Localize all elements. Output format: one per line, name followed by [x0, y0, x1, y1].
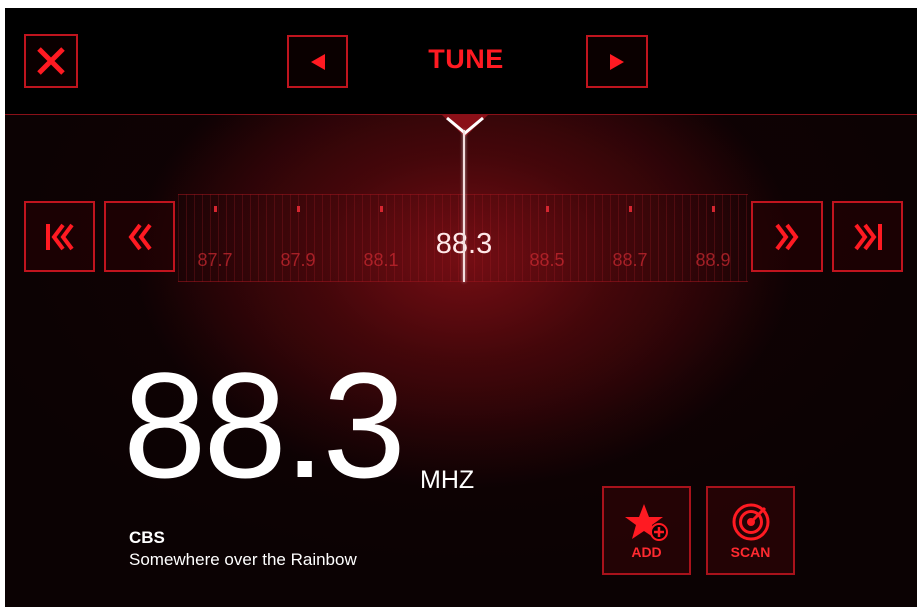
add-button-label: ADD [631, 543, 662, 560]
station-name: CBS [129, 528, 165, 547]
top-bar: TUNE [5, 8, 917, 115]
dial-tick [297, 206, 300, 212]
dial-tick [629, 206, 632, 212]
radar-icon [732, 503, 769, 540]
scan-button-label: SCAN [730, 543, 771, 560]
add-favorite-button[interactable]: ADD [602, 486, 691, 575]
tuner-pointer-icon [442, 115, 488, 137]
next-mode-button[interactable] [586, 35, 648, 88]
double-chevron-right-icon [775, 223, 799, 250]
seek-back-button[interactable] [104, 201, 175, 272]
arrow-left-icon [310, 53, 325, 70]
frequency-unit: MHZ [420, 466, 475, 494]
dial-frequency-label: 87.9 [280, 250, 316, 270]
skip-to-start-icon [45, 223, 74, 250]
dial-frequency-label: 88.1 [363, 250, 399, 270]
dial-frequency-label: 87.7 [197, 250, 233, 270]
star-plus-icon [624, 503, 668, 541]
dial-tick [712, 206, 715, 212]
page-title: TUNE [428, 44, 504, 74]
scan-button[interactable]: SCAN [706, 486, 795, 575]
tuner-needle [463, 130, 465, 282]
skip-to-end-button[interactable] [832, 201, 903, 272]
dial-tick [214, 206, 217, 212]
arrow-right-icon [610, 53, 624, 70]
close-button[interactable] [24, 34, 78, 88]
close-icon [37, 47, 65, 75]
seek-forward-button[interactable] [751, 201, 823, 272]
dial-tick [380, 206, 383, 212]
skip-to-end-icon [853, 223, 882, 250]
radio-screen: TUNE 87.7 87.9 88.1 88.3 88.5 88.7 88.9 [5, 8, 917, 607]
prev-mode-button[interactable] [287, 35, 348, 88]
song-title: Somewhere over the Rainbow [129, 550, 357, 569]
dial-frequency-label: 88.9 [695, 250, 731, 270]
dial-frequency-label: 88.5 [529, 250, 565, 270]
skip-to-start-button[interactable] [24, 201, 95, 272]
current-frequency: 88.3 [123, 341, 406, 509]
dial-tick [546, 206, 549, 212]
dial-frequency-label: 88.7 [612, 250, 648, 270]
double-chevron-left-icon [128, 223, 152, 250]
